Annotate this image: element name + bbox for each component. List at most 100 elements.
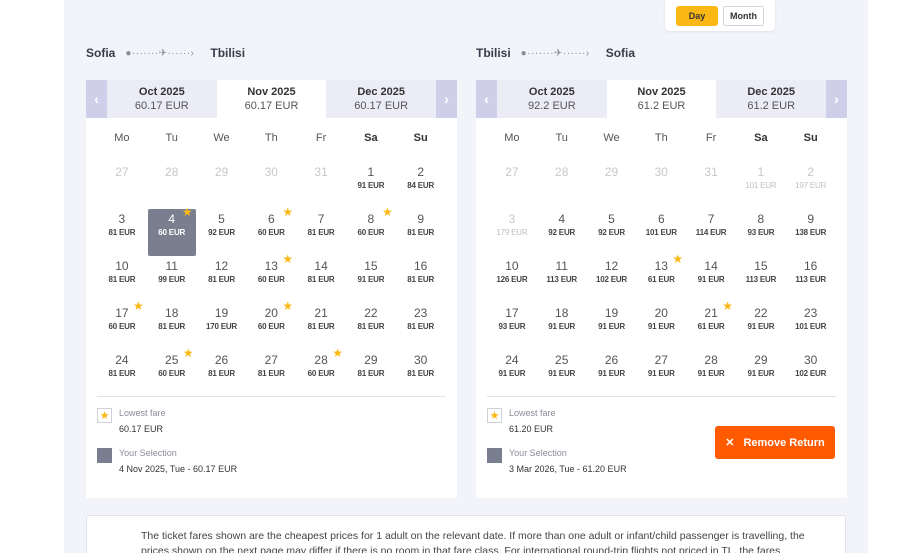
- day-cell[interactable]: 21 81 EUR: [296, 303, 346, 350]
- day-price: 101 EUR: [645, 228, 677, 237]
- day-cell[interactable]: 13 61 EUR ★: [636, 252, 686, 303]
- day-cell[interactable]: 16 113 EUR: [786, 256, 836, 303]
- day-cell[interactable]: 4 92 EUR: [537, 209, 587, 256]
- day-cell[interactable]: 9 138 EUR: [786, 209, 836, 256]
- day-price: 81 EUR: [307, 228, 335, 237]
- day-cell[interactable]: 26 91 EUR: [587, 350, 637, 397]
- day-cell[interactable]: 6 60 EUR ★: [246, 205, 296, 256]
- day-cell[interactable]: 5 92 EUR: [587, 209, 637, 256]
- day-cell[interactable]: 20 60 EUR ★: [246, 299, 296, 350]
- day-price: 81 EUR: [208, 369, 235, 378]
- prev-month-button[interactable]: ‹: [476, 80, 497, 118]
- day-cell[interactable]: 19 91 EUR: [587, 303, 637, 350]
- day-cell[interactable]: 11 113 EUR: [537, 256, 587, 303]
- day-cell[interactable]: 28 91 EUR: [686, 350, 736, 397]
- day-cell[interactable]: 14 81 EUR: [296, 256, 346, 303]
- day-number: 31: [314, 165, 328, 179]
- lowest-fare-value: 61.20 EUR: [509, 424, 554, 434]
- return-calendar: ‹ Oct 2025 92.2 EUR Nov 2025 61.2 EUR Dec 202…: [476, 80, 848, 498]
- day-cell[interactable]: 7 114 EUR: [686, 209, 736, 256]
- month-tab[interactable]: Dec 2025 60.17 EUR: [326, 80, 437, 118]
- calendar-week: 3 81 EUR 4 60 EUR ★ 5 92 EUR 6 60 EUR ★ 7 81 EUR 8 60…: [97, 205, 446, 256]
- day-cell[interactable]: 27 81 EUR: [246, 350, 296, 397]
- day-cell[interactable]: 26 81 EUR: [197, 350, 247, 397]
- day-cell[interactable]: 22 81 EUR: [346, 303, 396, 350]
- day-cell[interactable]: 25 91 EUR: [537, 350, 587, 397]
- month-view-button[interactable]: Month: [723, 6, 764, 26]
- day-cell[interactable]: 30 81 EUR: [396, 350, 446, 397]
- day-cell[interactable]: 6 101 EUR: [636, 209, 686, 256]
- month-tab[interactable]: Oct 2025 60.17 EUR: [107, 80, 217, 118]
- day-cell[interactable]: 22 91 EUR: [736, 303, 786, 350]
- month-lowest-price: 61.2 EUR: [637, 100, 686, 112]
- day-cell[interactable]: 10 81 EUR: [97, 256, 147, 303]
- day-cell[interactable]: 18 81 EUR: [147, 303, 197, 350]
- day-price: 81 EUR: [108, 228, 136, 237]
- day-cell[interactable]: 4 60 EUR ★: [147, 205, 196, 256]
- remove-return-button[interactable]: ✕ Remove Return: [715, 426, 835, 459]
- month-tab[interactable]: Nov 2025 60.17 EUR: [216, 80, 327, 118]
- day-cell[interactable]: 13 60 EUR ★: [246, 252, 296, 303]
- month-lowest-price: 60.17 EUR: [354, 100, 409, 112]
- weekday-label: Th: [654, 132, 668, 144]
- next-month-button[interactable]: ›: [826, 80, 848, 118]
- day-number: 18: [555, 306, 569, 320]
- day-cell[interactable]: 23 101 EUR: [786, 303, 836, 350]
- day-price: 60 EUR: [257, 322, 285, 331]
- day-cell[interactable]: 1 91 EUR: [346, 162, 396, 209]
- day-cell[interactable]: 8 93 EUR: [736, 209, 786, 256]
- day-cell[interactable]: 7 81 EUR: [296, 209, 346, 256]
- day-cell[interactable]: 18 91 EUR: [537, 303, 587, 350]
- day-cell[interactable]: 23 81 EUR: [396, 303, 446, 350]
- day-cell[interactable]: 15 91 EUR: [346, 256, 396, 303]
- star-icon: ★: [487, 408, 502, 423]
- day-cell[interactable]: 12 102 EUR: [587, 256, 637, 303]
- day-cell[interactable]: 17 60 EUR ★: [97, 299, 147, 350]
- month-lowest-price: 60.17 EUR: [244, 100, 299, 112]
- day-number: 6: [657, 212, 665, 226]
- day-price: 60 EUR: [307, 369, 335, 378]
- day-cell[interactable]: 15 113 EUR: [736, 256, 786, 303]
- selection-label: Your Selection: [509, 448, 567, 458]
- day-cell[interactable]: 17 93 EUR: [487, 303, 537, 350]
- month-selector: ‹ Oct 2025 60.17 EUR Nov 2025 60.17 EUR Dec 2…: [86, 80, 458, 118]
- day-price: 101 EUR: [745, 181, 777, 190]
- month-tab[interactable]: Nov 2025 61.2 EUR: [606, 80, 717, 118]
- day-cell[interactable]: 21 61 EUR ★: [686, 299, 736, 350]
- day-price: 113 EUR: [795, 275, 826, 284]
- month-tab[interactable]: Dec 2025 61.2 EUR: [716, 80, 827, 118]
- lowest-fare-value: 60.17 EUR: [119, 424, 164, 434]
- weekday-header: Mo Tu We Th Fr Sa Su: [487, 132, 836, 144]
- day-price: 92 EUR: [598, 228, 625, 237]
- day-cell[interactable]: 27 91 EUR: [636, 350, 686, 397]
- day-cell[interactable]: 24 91 EUR: [487, 350, 537, 397]
- day-cell[interactable]: 2 84 EUR: [396, 162, 446, 209]
- day-cell[interactable]: 8 60 EUR ★: [346, 205, 396, 256]
- return-destination: Sofia: [605, 46, 636, 60]
- day-cell[interactable]: 20 91 EUR: [636, 303, 686, 350]
- day-cell[interactable]: 10 126 EUR: [487, 256, 537, 303]
- day-cell[interactable]: 30 102 EUR: [786, 350, 836, 397]
- weekday-label: We: [603, 132, 620, 144]
- day-cell[interactable]: 29 81 EUR: [346, 350, 396, 397]
- day-cell[interactable]: 9 81 EUR: [396, 209, 446, 256]
- day-cell[interactable]: 11 99 EUR: [147, 256, 197, 303]
- day-cell[interactable]: 29 91 EUR: [736, 350, 786, 397]
- day-cell[interactable]: 19 170 EUR: [197, 303, 247, 350]
- calendar-week: 10 126 EUR 11 113 EUR 12 102 EUR 13 61 EUR ★ 14 91…: [487, 252, 836, 303]
- day-cell[interactable]: 12 81 EUR: [197, 256, 247, 303]
- day-cell[interactable]: 3 81 EUR: [97, 209, 147, 256]
- day-cell[interactable]: 24 81 EUR: [97, 350, 147, 397]
- calendar-week: 24 91 EUR 25 91 EUR 26 91 EUR 27 91 EUR 28 91 EUR…: [487, 350, 836, 397]
- prev-month-button[interactable]: ‹: [86, 80, 107, 118]
- day-cell[interactable]: 28 60 EUR ★: [296, 346, 346, 397]
- day-number: 30: [264, 165, 278, 179]
- day-cell[interactable]: 14 91 EUR: [686, 256, 736, 303]
- month-tab[interactable]: Oct 2025 92.2 EUR: [497, 80, 607, 118]
- day-cell[interactable]: 16 81 EUR: [396, 256, 446, 303]
- day-view-button[interactable]: Day: [676, 6, 718, 26]
- next-month-button[interactable]: ›: [436, 80, 458, 118]
- selection-swatch-icon: [97, 448, 112, 463]
- day-cell[interactable]: 25 60 EUR ★: [147, 346, 197, 397]
- day-cell[interactable]: 5 92 EUR: [197, 209, 247, 256]
